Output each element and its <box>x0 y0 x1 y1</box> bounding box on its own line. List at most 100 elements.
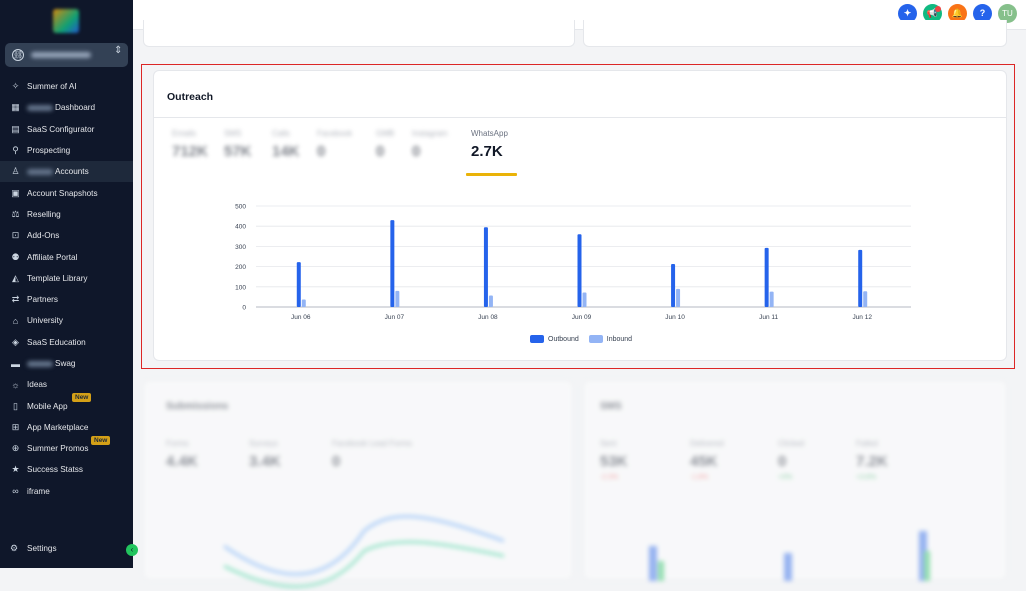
top-left-card <box>143 20 575 47</box>
sidebar-item-label: Affiliate Portal <box>27 252 78 262</box>
stat-delta: -2.3% <box>600 474 619 481</box>
sidebar-item-dashboard[interactable]: ▦ Dashboard <box>0 97 133 118</box>
graduation-cap-icon: ⌂ <box>12 315 19 326</box>
chevron-updown-icon: ⇕ <box>114 45 123 56</box>
sidebar-nav: ✧ Summer of AI ▦ Dashboard ▤ SaaS Configurato… <box>0 76 133 502</box>
sidebar-item-label: Account Snapshots <box>27 188 98 198</box>
sidebar-item-template-library[interactable]: ◭ Template Library <box>0 268 133 289</box>
bar-chart-icon: ▤ <box>11 123 20 134</box>
sidebar-item-affiliate-portal[interactable]: ⚉ Affiliate Portal <box>0 246 133 267</box>
stat-value: 7.2K <box>856 453 888 470</box>
sidebar-item-label: Dashboard <box>55 103 96 113</box>
dashboard-icon: ▦ <box>11 102 20 113</box>
location-name-blurred <box>31 52 91 58</box>
grid-icon: ⊞ <box>11 421 20 432</box>
sidebar-item-ideas[interactable]: ☼ Ideas <box>0 374 133 395</box>
sidebar-item-label: SaaS Education <box>27 337 86 347</box>
sidebar-item-summer-of-ai[interactable]: ✧ Summer of AI <box>0 76 133 97</box>
sidebar-item-label: iframe <box>27 486 50 496</box>
reselling-icon: ⚖ <box>11 208 20 219</box>
sidebar-item-label: Prospecting <box>27 146 71 156</box>
sidebar-item-account-snapshots[interactable]: ▣ Account Snapshots <box>0 182 133 203</box>
sidebar-item-label: Partners <box>27 295 58 305</box>
stat-value: 0 <box>332 453 341 470</box>
stat-label: Failed <box>856 439 878 448</box>
sidebar-item-mobile-app[interactable]: ▯ Mobile App New <box>0 393 133 416</box>
snapshot-icon: ▣ <box>11 187 20 198</box>
sidebar: ⛓ ⇕ ✧ Summer of AI ▦ Dashboard ▤ SaaS Configu… <box>0 0 138 568</box>
sidebar-item-accounts[interactable]: ♙ Accounts <box>0 161 133 183</box>
sidebar-item-label: Mobile App <box>27 401 68 411</box>
sidebar-item-prospecting[interactable]: ⚲ Prospecting <box>0 140 133 161</box>
brand-logo[interactable] <box>53 9 79 33</box>
stat-label: Delivered <box>690 439 724 448</box>
new-badge: New <box>91 436 111 446</box>
sidebar-item-university[interactable]: ⌂ University <box>0 310 133 331</box>
stat-delta: +3.8% <box>856 474 877 481</box>
blurred-brand-text <box>27 168 53 175</box>
sidebar-item-app-marketplace[interactable]: ⊞ App Marketplace <box>0 417 133 438</box>
mobile-icon: ▯ <box>13 400 18 411</box>
stat-forms: Forms 4.4K <box>166 439 198 470</box>
sidebar-item-swag[interactable]: ▬ Swag <box>0 353 133 374</box>
stat-value: 45K <box>690 453 718 470</box>
sidebar-item-label: Template Library <box>27 273 88 283</box>
shapes-icon: ◭ <box>12 272 19 283</box>
stat-value: 4.4K <box>166 453 198 470</box>
collapse-sidebar-button[interactable]: ‹ <box>126 544 138 556</box>
glasses-icon: ∞ <box>12 486 19 497</box>
sidebar-item-add-ons[interactable]: ⊡ Add-Ons <box>0 225 133 246</box>
new-badge: New <box>72 393 92 403</box>
card-title: SMS <box>600 401 622 412</box>
sidebar-item-label: Summer Promos <box>27 444 89 454</box>
bell-icon: 🔔 <box>951 8 964 18</box>
location-switcher[interactable]: ⛓ ⇕ <box>5 43 128 67</box>
stat-facebook-lead-forms: Facebook Lead Forms 0 <box>332 439 412 470</box>
sidebar-item-saas-configurator[interactable]: ▤ SaaS Configurator <box>0 119 133 140</box>
sidebar-item-iframe[interactable]: ∞ iframe <box>0 481 133 502</box>
stat-delta: +0% <box>778 474 793 481</box>
sidebar-item-label: Add-Ons <box>27 231 60 241</box>
blurred-brand-text <box>27 104 53 111</box>
stat-delta: -1.8% <box>690 474 709 481</box>
sidebar-item-saas-education[interactable]: ◈ SaaS Education <box>0 332 133 353</box>
notification-dot <box>935 6 941 12</box>
users-icon: ⚉ <box>11 251 20 262</box>
store-icon: ▬ <box>11 358 20 369</box>
stat-label: Surveys <box>249 439 278 448</box>
stat-label: Facebook Lead Forms <box>332 439 413 448</box>
sidebar-item-label: Accounts <box>55 167 89 177</box>
sidebar-item-reselling[interactable]: ⚖ Reselling <box>0 204 133 225</box>
stat-value: 3.4K <box>249 453 281 470</box>
sidebar-item-label: SaaS Configurator <box>27 124 95 134</box>
stat-label: Clicked <box>778 439 805 448</box>
cube-icon: ◈ <box>12 336 19 347</box>
stat-label: Sent <box>600 439 617 448</box>
stat-surveys: Surveys 3.4K <box>249 439 281 470</box>
sidebar-item-label: Success Statss <box>27 465 83 475</box>
stat-label: Forms <box>166 439 189 448</box>
stat-value: 53K <box>600 453 628 470</box>
card-title: Submissions <box>166 401 229 412</box>
star-icon: ★ <box>11 464 20 475</box>
sparkle-icon: ✧ <box>11 81 20 92</box>
sidebar-item-label: Ideas <box>27 380 48 390</box>
bulb-icon: ☼ <box>11 379 20 390</box>
sms-card: SMS Sent 53K -2.3% Delivered 45K -1.8% Clicked… <box>583 380 1007 581</box>
handshake-icon: ⇄ <box>11 294 20 305</box>
highlight-box <box>141 64 1015 369</box>
sidebar-item-label: Swag <box>55 359 76 368</box>
sidebar-item-settings[interactable]: ⚙ Settings <box>10 543 57 554</box>
stat-delivered: Delivered 45K -1.8% <box>690 439 724 481</box>
top-right-card <box>583 20 1007 47</box>
submissions-card: Submissions Forms 4.4K Surveys 3.4K Facebook… <box>143 380 573 589</box>
sidebar-item-success-statss[interactable]: ★ Success Statss <box>0 459 133 480</box>
stat-failed: Failed 7.2K +3.8% <box>856 439 888 481</box>
sidebar-item-label: App Marketplace <box>27 422 89 432</box>
sidebar-item-label: Settings <box>27 544 57 553</box>
blurred-brand-text <box>27 360 53 367</box>
sidebar-item-partners[interactable]: ⇄ Partners <box>0 289 133 310</box>
user-search-icon: ⚲ <box>12 145 19 156</box>
wand-icon: ✦ <box>903 8 912 18</box>
sidebar-item-summer-promos[interactable]: ⊕ Summer Promos New <box>0 436 133 459</box>
